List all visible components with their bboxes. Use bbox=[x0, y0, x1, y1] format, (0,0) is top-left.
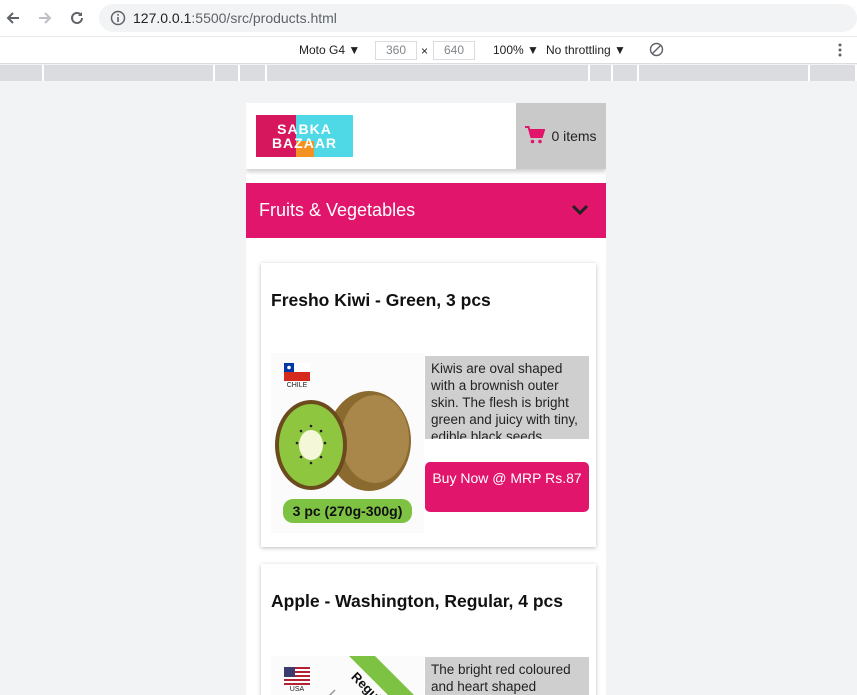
site-header: SABKA BAZAAR 0 items bbox=[246, 103, 606, 169]
dimension-separator: × bbox=[421, 44, 429, 58]
forward-arrow-icon[interactable] bbox=[33, 6, 57, 30]
url-text[interactable]: 127.0.0.1:5500/src/products.html bbox=[133, 10, 337, 26]
rotate-icon[interactable] bbox=[649, 42, 664, 62]
site-info-icon[interactable] bbox=[110, 10, 126, 26]
device-select[interactable]: Moto G4 ▼ bbox=[299, 43, 360, 57]
chile-flag-icon bbox=[284, 363, 310, 381]
flag-label: USA bbox=[289, 686, 305, 693]
usa-flag-icon bbox=[284, 667, 310, 685]
mobile-page: SABKA BAZAAR 0 items Fruits & Vegetables… bbox=[246, 103, 606, 695]
category-dropdown[interactable]: Fruits & Vegetables bbox=[246, 183, 606, 238]
cart-button[interactable]: 0 items bbox=[516, 103, 606, 169]
flag-label: CHILE bbox=[286, 382, 308, 389]
logo-line1: SABKA bbox=[277, 121, 332, 137]
product-title: Apple - Washington, Regular, 4 pcs bbox=[271, 591, 564, 611]
back-arrow-icon[interactable] bbox=[1, 6, 25, 30]
more-options-icon[interactable] bbox=[838, 43, 842, 62]
reload-icon[interactable] bbox=[65, 6, 89, 30]
device-toolbar: Moto G4 ▼ 360 × 640 100% ▼ No throttling… bbox=[0, 36, 857, 64]
product-title: Fresho Kiwi - Green, 3 pcs bbox=[271, 290, 491, 310]
chevron-down-icon bbox=[571, 203, 589, 221]
product-card: Fresho Kiwi - Green, 3 pcs CHILE 3 pc (2… bbox=[261, 263, 596, 547]
buy-now-button[interactable]: Buy Now @ MRP Rs.87 bbox=[425, 462, 589, 512]
logo-line2: BAZAAR bbox=[271, 135, 338, 151]
pack-size-label: 3 pc (270g-300g) bbox=[292, 503, 403, 519]
sabka-bazaar-logo[interactable]: SABKA BAZAAR bbox=[256, 115, 353, 157]
media-query-bar[interactable] bbox=[0, 65, 857, 81]
width-input[interactable]: 360 bbox=[375, 41, 417, 60]
product-image[interactable]: USA Regular bbox=[271, 656, 424, 695]
product-description: The bright red coloured and heart shaped bbox=[425, 657, 589, 695]
zoom-select[interactable]: 100% ▼ bbox=[493, 43, 539, 57]
height-input[interactable]: 640 bbox=[433, 41, 475, 60]
product-image[interactable]: CHILE 3 pc (270g-300g) bbox=[271, 353, 424, 533]
product-card: Apple - Washington, Regular, 4 pcs USA R… bbox=[261, 564, 596, 695]
browser-toolbar: 127.0.0.1:5500/src/products.html bbox=[0, 0, 857, 36]
cart-icon bbox=[525, 125, 546, 147]
cart-count: 0 items bbox=[551, 128, 597, 144]
product-description: Kiwis are oval shaped with a brownish ou… bbox=[425, 356, 589, 439]
throttle-select[interactable]: No throttling ▼ bbox=[546, 43, 626, 57]
category-label: Fruits & Vegetables bbox=[259, 200, 416, 220]
